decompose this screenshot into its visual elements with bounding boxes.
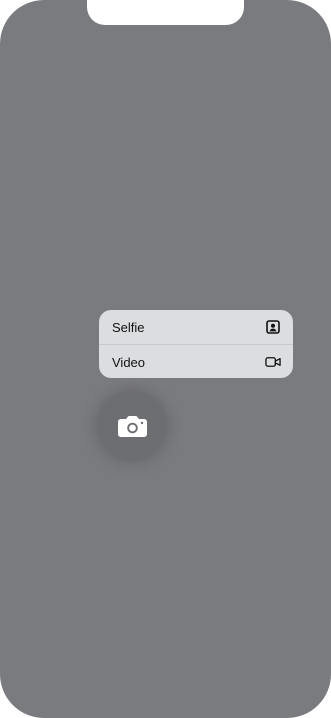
quick-action-menu: Selfie Video	[99, 310, 293, 378]
menu-item-video[interactable]: Video	[99, 345, 293, 378]
menu-item-label: Video	[112, 354, 146, 370]
menu-item-selfie[interactable]: Selfie	[99, 310, 293, 344]
phone-screen: Selfie Video	[0, 0, 331, 718]
video-camera-icon	[265, 354, 281, 370]
camera-icon	[117, 414, 148, 438]
notch	[87, 0, 244, 25]
menu-item-label: Selfie	[112, 319, 145, 335]
camera-button[interactable]	[99, 393, 165, 459]
selfie-portrait-icon	[265, 319, 281, 335]
